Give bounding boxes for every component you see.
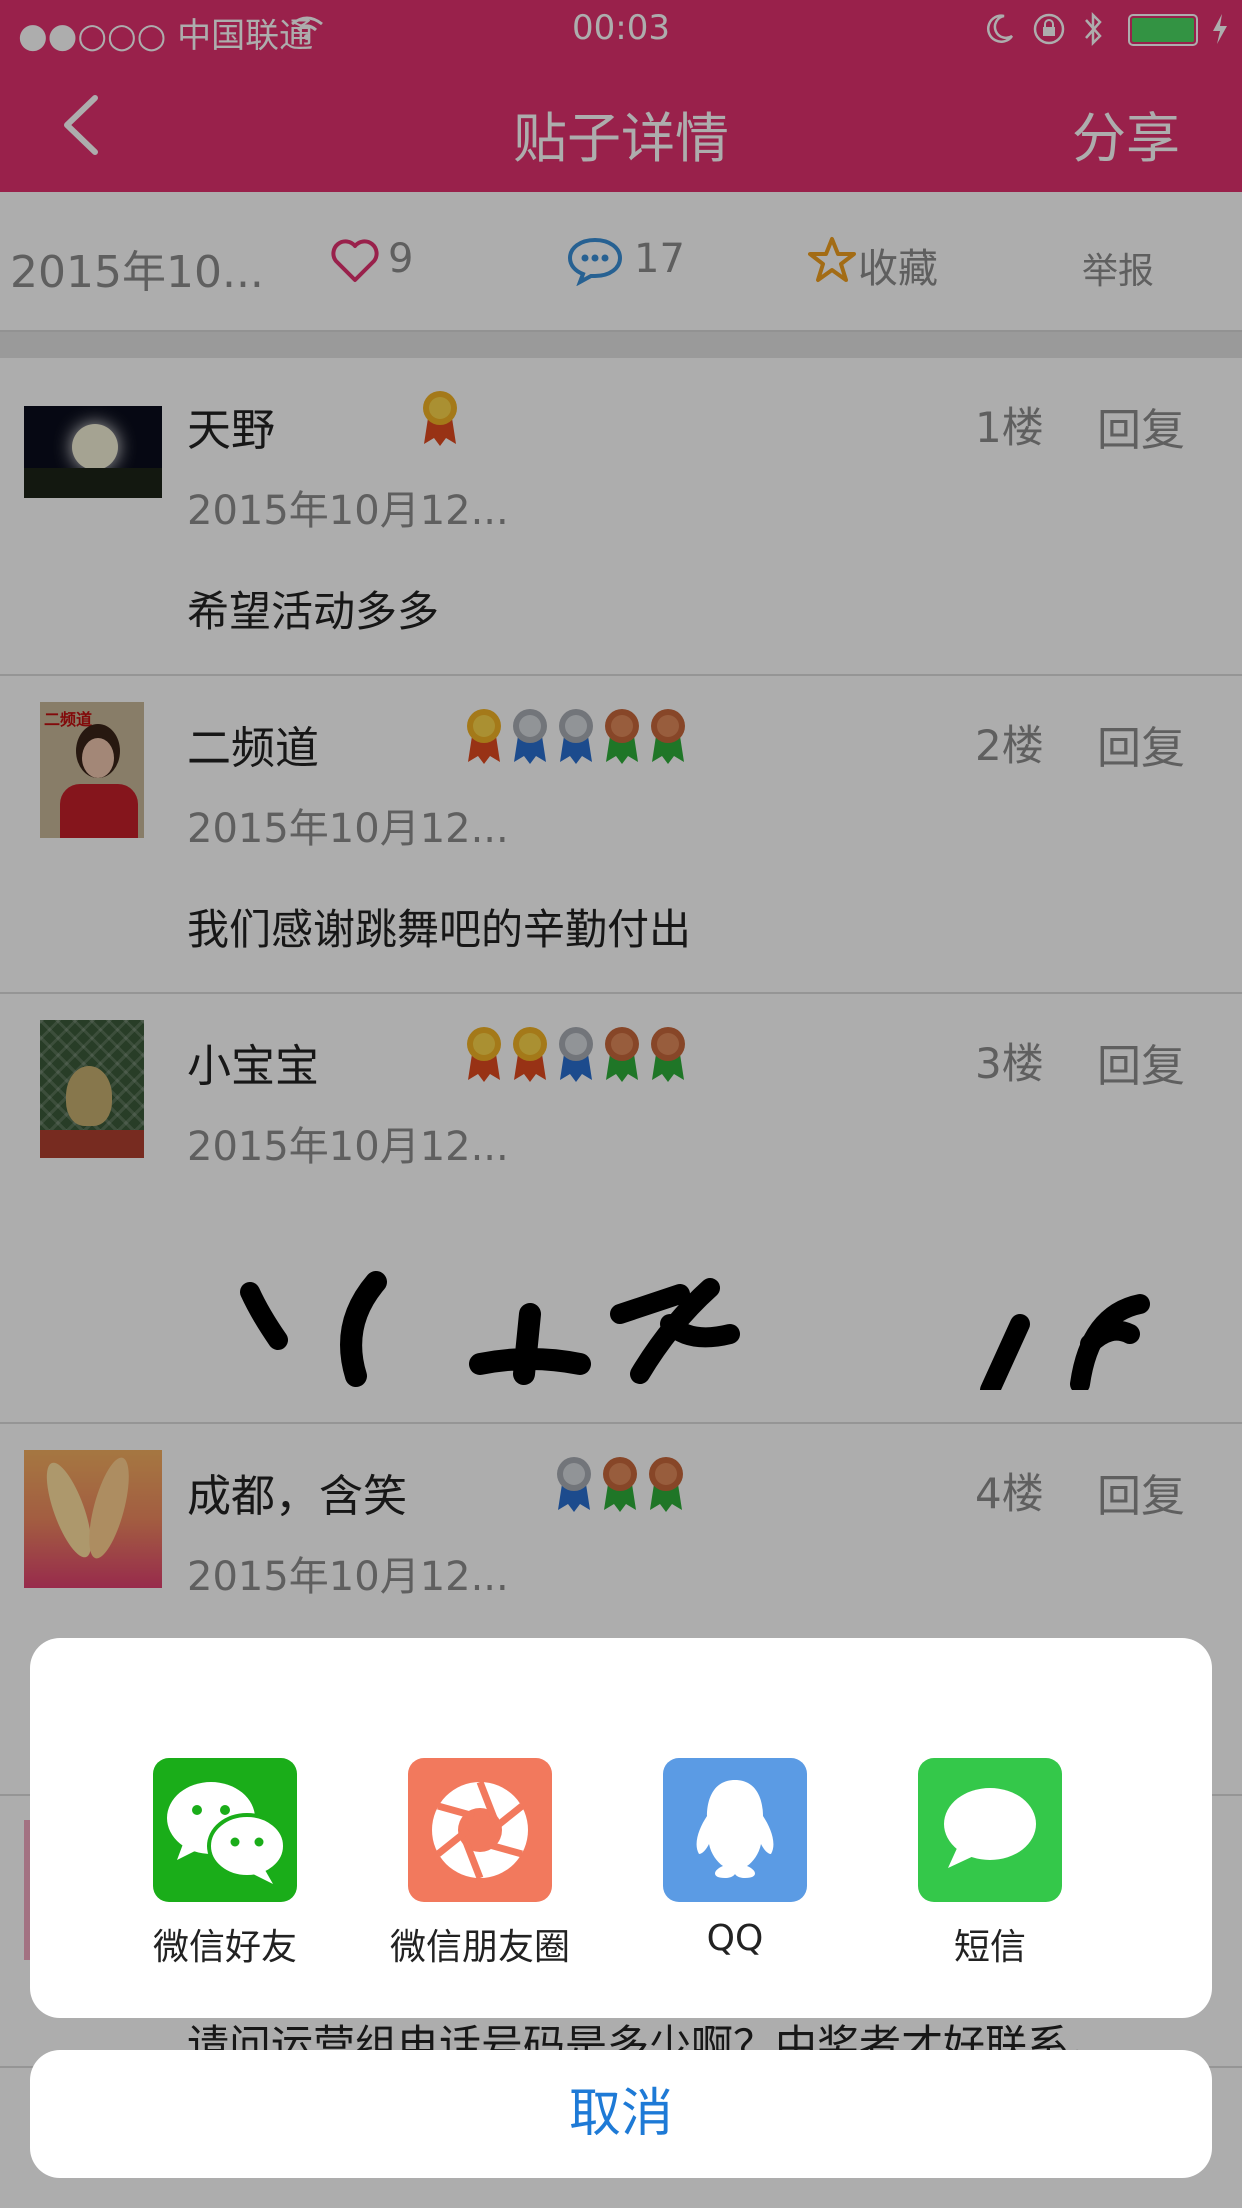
share-qq[interactable]: QQ [635,1758,835,1959]
share-label: 微信朋友圈 [389,1927,570,1968]
sms-icon [918,1758,1062,1902]
share-label: 微信好友 [152,1927,297,1968]
share-label: 短信 [953,1927,1026,1968]
share-wechat-moments[interactable]: 微信朋友圈 [380,1758,580,1970]
cancel-button[interactable]: 取消 [30,2050,1212,2178]
wechat-icon [153,1758,297,1902]
share-wechat-friends[interactable]: 微信好友 [125,1758,325,1970]
share-sms[interactable]: 短信 [890,1758,1090,1970]
qq-icon [663,1758,807,1902]
moments-icon [408,1758,552,1902]
share-sheet: 微信好友 微信朋友圈 QQ 短信 [30,1638,1212,2018]
share-label: QQ [706,1918,764,1959]
